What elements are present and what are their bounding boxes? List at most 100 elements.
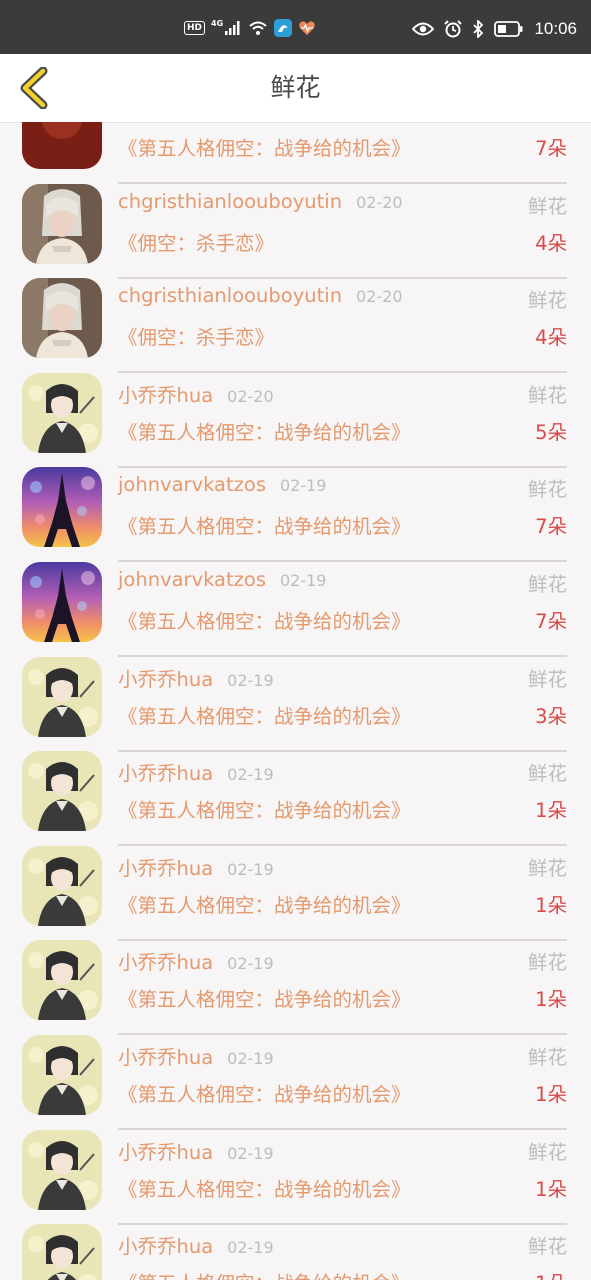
eye-icon [412, 22, 435, 36]
flower-list[interactable]: 鲜花《第五人格佣空：战争给的机会》7朵chgristhianloouboyuti… [0, 122, 591, 1280]
flower-count: 1朵 [535, 988, 567, 1012]
list-item[interactable]: 小乔乔hua 02-19 鲜花《第五人格佣空：战争给的机会》 1朵 [0, 737, 591, 847]
date-label: 02-20 [227, 386, 274, 406]
book-title[interactable]: 《佣空：杀手恋》 [118, 321, 274, 350]
list-item[interactable]: 小乔乔hua 02-19 鲜花《第五人格佣空：战争给的机会》 1朵 [0, 832, 591, 941]
username[interactable]: 小乔乔hua 02-19 [118, 1230, 274, 1259]
username[interactable]: johnvarvkatzos 02-19 [118, 568, 326, 591]
alarm-icon [444, 20, 463, 38]
avatar[interactable] [22, 940, 102, 1021]
book-title[interactable]: 《第五人格佣空：战争给的机会》 [118, 132, 411, 161]
flower-count: 7朵 [535, 137, 567, 160]
list-item[interactable]: 小乔乔hua 02-19 鲜花《第五人格佣空：战争给的机会》 1朵 [0, 1116, 591, 1225]
eiffel-tower-avatar-icon [22, 561, 102, 642]
book-title[interactable]: 《第五人格佣空：战争给的机会》 [118, 510, 411, 539]
bluetooth-icon [473, 20, 484, 38]
gift-type-label: 鲜花 [528, 122, 567, 124]
list-item[interactable]: 小乔乔hua 02-20 鲜花 《第五人格佣空：战争给的机会》 5朵 [0, 359, 591, 468]
flower-count: 1朵 [535, 799, 567, 823]
book-title[interactable]: 《佣空：杀手恋》 [118, 227, 274, 256]
avatar[interactable] [22, 845, 102, 926]
date-label: 02-20 [356, 192, 403, 212]
username[interactable]: chgristhianloouboyutin 02-20 [118, 284, 403, 307]
date-label: 02-19 [279, 476, 327, 496]
username[interactable]: chgristhianloouboyutin 02-20 [118, 190, 403, 213]
avatar[interactable] [22, 278, 102, 359]
app-notification-icon [274, 19, 293, 37]
book-title[interactable]: 《第五人格佣空：战争给的机会》 [118, 416, 411, 445]
username[interactable]: 小乔乔hua 02-19 [118, 946, 274, 975]
username[interactable]: 小乔乔hua 02-20 [118, 379, 274, 408]
username-label: johnvarvkatzos [118, 473, 266, 497]
date-label: 02-19 [227, 1238, 274, 1258]
gift-type-label: 鲜花 [527, 289, 567, 313]
status-icons-left: HD 4G [184, 18, 316, 38]
avatar[interactable] [22, 1034, 102, 1115]
username[interactable]: 小乔乔hua 02-19 [118, 852, 274, 881]
list-item[interactable]: 小乔乔hua 02-19 鲜花《第五人格佣空：战争给的机会》 3朵 [0, 643, 591, 752]
flower-count: 4朵 [535, 326, 567, 350]
username-label: 小乔乔hua [118, 856, 214, 880]
avatar[interactable] [22, 561, 102, 642]
list-item[interactable]: 小乔乔hua 02-19 鲜花《第五人格佣空：战争给的机会》 1朵 [0, 926, 591, 1036]
gift-type-label: 鲜花 [527, 1235, 567, 1259]
network-type: 4G [211, 18, 224, 28]
book-title[interactable]: 《第五人格佣空：战争给的机会》 [118, 1267, 411, 1280]
username[interactable]: 小乔乔hua 02-19 [118, 663, 274, 692]
signal-icon [225, 21, 240, 35]
date-label: 02-19 [227, 670, 274, 690]
date-label: 02-19 [227, 859, 274, 879]
username-label: 小乔乔hua [118, 383, 214, 407]
book-title[interactable]: 《第五人格佣空：战争给的机会》 [118, 983, 411, 1012]
book-title[interactable]: 《第五人格佣空：战争给的机会》 [118, 794, 411, 823]
list-item[interactable]: 小乔乔hua 02-19 鲜花《第五人格佣空：战争给的机会》 1朵 [0, 1210, 591, 1280]
portrait-avatar-icon [22, 183, 102, 264]
flower-count: 7朵 [535, 609, 567, 633]
username-label: johnvarvkatzos [118, 567, 266, 591]
username[interactable]: johnvarvkatzos 02-19 [118, 473, 326, 496]
portrait-avatar-icon [22, 278, 102, 359]
username-label: 小乔乔hua [118, 1045, 214, 1069]
page-title: 鲜花 [270, 73, 321, 102]
list-item[interactable]: johnvarvkatzos 02-19 鲜花 《第五人格佣空：战争给的机会》 7朵 [0, 453, 591, 563]
gift-type-label: 鲜花 [527, 478, 567, 502]
gift-type-label: 鲜花 [527, 194, 567, 218]
date-label: 02-19 [227, 954, 274, 974]
list-item[interactable]: chgristhianloouboyutin 02-20 鲜花《佣空：杀手恋》 4朵 [0, 264, 591, 374]
date-label: 02-19 [279, 570, 327, 590]
avatar[interactable] [22, 1129, 102, 1210]
avatar[interactable] [22, 372, 102, 453]
gift-type-label: 鲜花 [527, 762, 567, 786]
avatar[interactable] [22, 122, 102, 169]
username[interactable]: 小乔乔hua 02-19 [118, 1041, 274, 1070]
list-item[interactable]: chgristhianloouboyutin 02-20 鲜花 《佣空：杀手恋》 4朵 [0, 170, 591, 279]
flower-count: 1朵 [535, 893, 567, 917]
avatar[interactable] [22, 467, 102, 548]
wifi-icon [249, 21, 267, 35]
hd-badge: HD [184, 21, 206, 35]
book-title[interactable]: 《第五人格佣空：战争给的机会》 [118, 605, 411, 634]
cut-avatar-icon [22, 122, 102, 169]
avatar[interactable] [22, 656, 102, 737]
username[interactable]: 小乔乔hua 02-19 [118, 1136, 274, 1165]
list-item[interactable]: 小乔乔hua 02-19 鲜花《第五人格佣空：战争给的机会》 1朵 [0, 1021, 591, 1130]
flower-count: 3朵 [535, 704, 567, 728]
book-title[interactable]: 《第五人格佣空：战争给的机会》 [118, 889, 411, 918]
avatar[interactable] [22, 751, 102, 832]
avatar[interactable] [22, 1224, 102, 1280]
username[interactable]: 小乔乔hua 02-19 [118, 757, 274, 786]
book-title[interactable]: 《第五人格佣空：战争给的机会》 [118, 1173, 411, 1202]
username-label: chgristhianloouboyutin [118, 284, 343, 308]
gift-type-label: 鲜花 [527, 667, 567, 691]
gift-type-label: 鲜花 [527, 383, 567, 407]
list-item[interactable]: johnvarvkatzos 02-19 鲜花 《第五人格佣空：战争给的机会》 7朵 [0, 548, 591, 657]
eiffel-tower-avatar-icon [22, 467, 102, 548]
flower-count: 1朵 [535, 1177, 567, 1201]
book-title[interactable]: 《第五人格佣空：战争给的机会》 [118, 1078, 411, 1107]
list-item[interactable]: 鲜花《第五人格佣空：战争给的机会》 7朵 [0, 122, 591, 184]
nav-header: 鲜花 [0, 54, 591, 123]
gift-type-label: 鲜花 [527, 951, 567, 975]
avatar[interactable] [22, 183, 102, 264]
book-title[interactable]: 《第五人格佣空：战争给的机会》 [118, 700, 411, 729]
anime-avatar-icon [22, 845, 102, 926]
